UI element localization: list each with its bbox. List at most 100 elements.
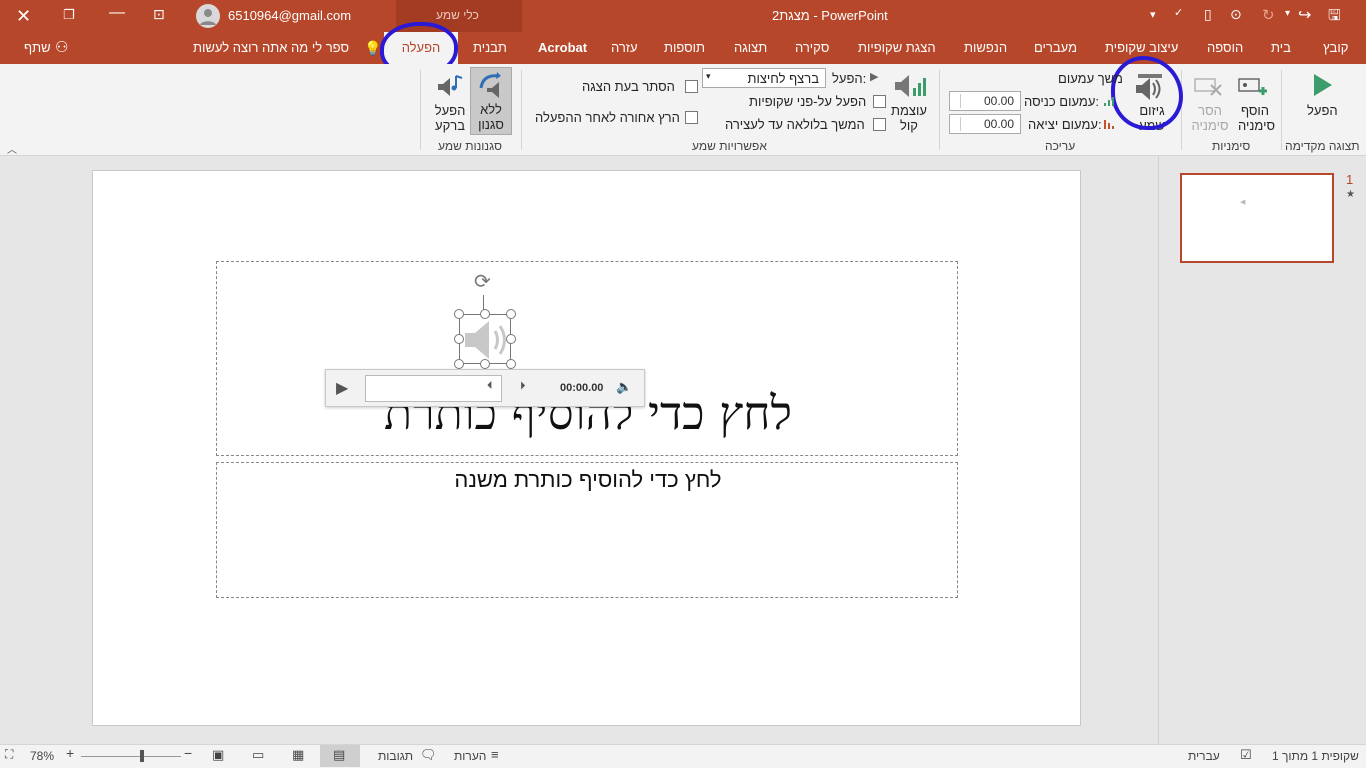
- slideshow-view-icon[interactable]: ▣: [212, 747, 224, 763]
- zoom-level[interactable]: 78%: [30, 749, 54, 763]
- subtitle-placeholder-text: לחץ כדי להוסיף כותרת משנה: [454, 467, 722, 492]
- zoom-in-icon[interactable]: +: [66, 745, 74, 761]
- normal-view-button[interactable]: ▤: [320, 745, 360, 767]
- zoom-slider-thumb[interactable]: [140, 750, 144, 762]
- tell-me-search[interactable]: ספר לי מה אתה רוצה לעשות: [193, 40, 349, 55]
- hide-during-show-checkbox[interactable]: [685, 80, 698, 93]
- repeat-icon[interactable]: ↻: [1262, 6, 1275, 24]
- add-bookmark-button[interactable]: [1237, 75, 1269, 104]
- ribbon-display-icon[interactable]: ⊡: [153, 6, 165, 23]
- normal-view-icon: ▤: [333, 747, 346, 762]
- fade-out-icon: [1103, 118, 1117, 130]
- notes-button[interactable]: הערות: [454, 749, 486, 763]
- fit-to-window-icon[interactable]: ⛶: [5, 747, 13, 762]
- title-placeholder[interactable]: לחץ כדי להוסיף כותרת: [216, 261, 958, 456]
- ribbon-separator: [939, 70, 940, 150]
- start-dropdown-value: ברצף לחיצות: [747, 71, 819, 86]
- fade-out-label: עמעום יציאה:: [1028, 117, 1102, 132]
- play-icon: [1314, 74, 1332, 96]
- subtitle-placeholder[interactable]: לחץ כדי להוסיף כותרת משנה: [216, 462, 958, 598]
- slide-thumbnail[interactable]: ◀: [1180, 173, 1334, 263]
- title-bar: ✕ ❐ — ⊡ 6510964@gmail.com כלי שמע מצגת2 …: [0, 0, 1366, 64]
- fade-duration-label: משך עמעום: [1058, 71, 1123, 86]
- player-time: 00:00.00: [560, 382, 604, 394]
- speaker-icon: [465, 321, 506, 359]
- skip-forward-icon[interactable]: ⏵: [520, 380, 526, 393]
- audio-object[interactable]: [459, 314, 511, 364]
- add-bookmark-label[interactable]: הוסף סימניה: [1238, 103, 1275, 133]
- no-style-icon: [479, 72, 501, 98]
- notes-icon[interactable]: ≡: [491, 747, 499, 762]
- fade-in-spinner[interactable]: 00.00: [949, 91, 1021, 111]
- tab-design[interactable]: עיצוב שקופית: [1105, 40, 1178, 55]
- comments-icon[interactable]: 🗨: [420, 747, 437, 763]
- tab-acrobat[interactable]: Acrobat: [538, 40, 587, 55]
- slide-canvas[interactable]: לחץ כדי להוסיף כותרת לחץ כדי להוסיף כותר…: [92, 170, 1081, 726]
- tab-addins[interactable]: תוספות: [664, 40, 705, 55]
- minimize-icon[interactable]: —: [109, 4, 125, 22]
- reading-view-icon[interactable]: ▭: [252, 747, 264, 763]
- avatar[interactable]: [196, 4, 220, 28]
- zoom-slider[interactable]: [81, 756, 181, 757]
- rewind-checkbox[interactable]: [685, 111, 698, 124]
- spelling-icon[interactable]: ✓: [1174, 6, 1183, 19]
- resize-handle[interactable]: [480, 359, 490, 369]
- resize-handle[interactable]: [506, 359, 516, 369]
- remove-bookmark-button[interactable]: [1193, 75, 1225, 104]
- tab-view[interactable]: תצוגה: [734, 40, 767, 55]
- language-indicator[interactable]: עברית: [1188, 749, 1220, 763]
- play-button[interactable]: [1311, 72, 1335, 101]
- no-style-button[interactable]: ללא סגנון: [470, 67, 512, 135]
- close-icon[interactable]: ✕: [16, 6, 31, 27]
- tab-review[interactable]: סקירה: [795, 40, 829, 55]
- collapse-ribbon-icon[interactable]: ︿: [7, 141, 17, 156]
- save-icon[interactable]: 🖫: [1328, 5, 1341, 30]
- comments-button[interactable]: תגובות: [378, 749, 413, 763]
- zoom-out-icon[interactable]: −: [184, 745, 192, 761]
- play-in-background-button[interactable]: [436, 72, 464, 103]
- player-volume-icon[interactable]: 🔈: [616, 379, 632, 395]
- ribbon-separator: [1281, 70, 1282, 150]
- slide-sorter-icon[interactable]: ▦: [292, 747, 304, 763]
- group-audio-options: אפשרויות שמע: [692, 139, 767, 153]
- resize-handle[interactable]: [454, 309, 464, 319]
- fade-out-spinner[interactable]: 00.00: [949, 114, 1021, 134]
- transition-star-icon: ★: [1346, 189, 1355, 200]
- restore-icon[interactable]: ❐: [63, 7, 75, 23]
- resize-handle[interactable]: [480, 309, 490, 319]
- tab-animations[interactable]: הנפשות: [964, 40, 1007, 55]
- audio-player-bar: ▶ ⏴ ⏵ 00:00.00 🔈: [325, 369, 645, 407]
- player-timeline[interactable]: [365, 375, 502, 402]
- play-label[interactable]: הפעל: [1307, 103, 1338, 118]
- tab-format[interactable]: תבנית: [473, 40, 507, 55]
- play-in-background-label[interactable]: הפעל ברקע: [430, 103, 470, 133]
- across-slides-checkbox[interactable]: [873, 95, 886, 108]
- tab-insert[interactable]: הוספה: [1207, 40, 1243, 55]
- present-icon[interactable]: ⊙: [1230, 6, 1242, 23]
- resize-handle[interactable]: [454, 334, 464, 344]
- undo-icon[interactable]: ↪: [1298, 5, 1311, 25]
- fade-in-label: עמעום כניסה:: [1024, 94, 1100, 109]
- tab-help[interactable]: עזרה: [611, 40, 638, 55]
- resize-handle[interactable]: [454, 359, 464, 369]
- rotate-handle-icon[interactable]: ⟳: [474, 269, 491, 294]
- tab-slideshow[interactable]: הצגת שקופיות: [858, 40, 936, 55]
- resize-handle[interactable]: [506, 334, 516, 344]
- volume-button[interactable]: [893, 72, 927, 105]
- qat-customize-icon[interactable]: ▾: [1150, 8, 1156, 21]
- accessibility-icon[interactable]: ☑: [1240, 747, 1252, 763]
- start-dropdown[interactable]: ברצף לחיצות ▾: [702, 68, 826, 88]
- new-document-icon[interactable]: ▯: [1204, 6, 1212, 23]
- skip-back-icon[interactable]: ⏴: [487, 380, 493, 393]
- tab-transitions[interactable]: מעברים: [1034, 40, 1077, 55]
- player-play-icon[interactable]: ▶: [336, 378, 348, 398]
- share-button[interactable]: שתף: [24, 40, 51, 55]
- share-icon[interactable]: ⚇: [55, 38, 68, 56]
- tab-home[interactable]: בית: [1271, 40, 1291, 55]
- resize-handle[interactable]: [506, 309, 516, 319]
- tab-file[interactable]: קובץ: [1323, 40, 1348, 55]
- loop-checkbox[interactable]: [873, 118, 886, 131]
- redo-dropdown-icon[interactable]: ▾: [1285, 8, 1290, 19]
- account-email[interactable]: 6510964@gmail.com: [228, 8, 351, 23]
- volume-label[interactable]: עוצמת קול: [889, 103, 929, 133]
